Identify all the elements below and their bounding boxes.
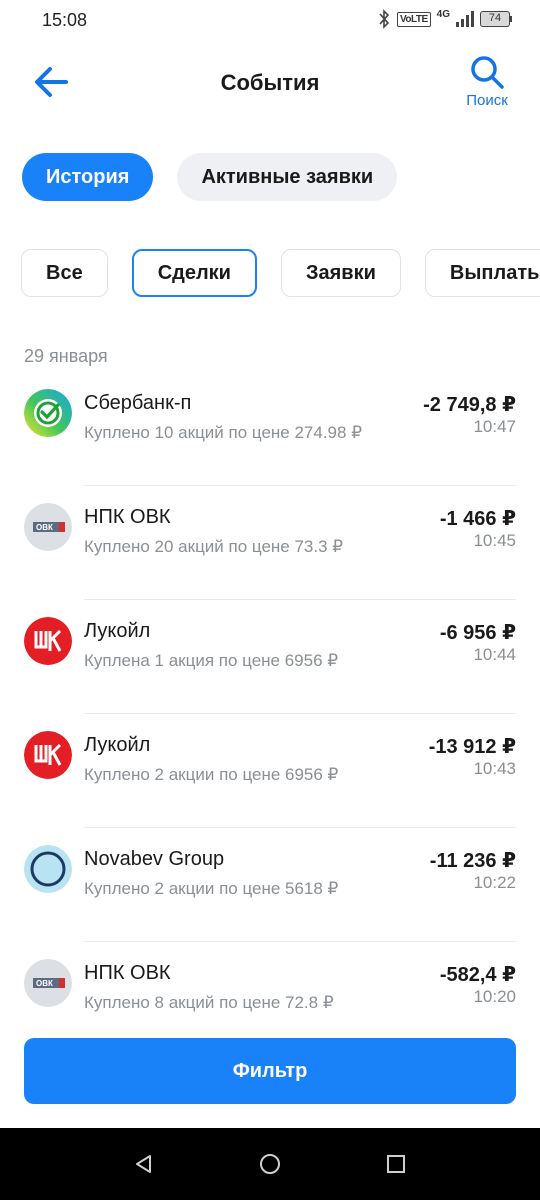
filter-button[interactable]: Фильтр xyxy=(24,1038,516,1104)
transaction-list: Сбербанк-п Куплено 10 акций по цене 274.… xyxy=(0,372,540,1056)
security-name: Сбербанк-п xyxy=(84,392,192,414)
transaction-description: Куплено 2 акции по цене 5618 ₽ xyxy=(84,879,339,898)
transaction-time: 10:43 xyxy=(473,759,516,778)
chip-all[interactable]: Все xyxy=(21,249,108,297)
battery-level: 74 xyxy=(480,11,510,27)
chip-deals[interactable]: Сделки xyxy=(131,249,257,297)
svg-text:ОВК: ОВК xyxy=(36,979,53,988)
transaction-amount: -13 912 ₽ xyxy=(428,736,516,758)
back-button[interactable] xyxy=(30,60,74,104)
transaction-description: Куплено 2 акции по цене 6956 ₽ xyxy=(84,765,339,784)
date-header: 29 января xyxy=(24,346,108,366)
chip-payouts[interactable]: Выплаты xyxy=(424,249,540,297)
chip-orders[interactable]: Заявки xyxy=(280,249,401,297)
transaction-amount: -6 956 ₽ xyxy=(439,622,516,644)
status-bar: 15:08 VoLTE 4G 74 xyxy=(0,0,540,40)
sberbank-logo-icon xyxy=(24,389,72,437)
transaction-row[interactable]: Лукойл Куплена 1 акция по цене 6956 ₽ -6… xyxy=(0,600,540,714)
novabev-logo-icon xyxy=(24,845,72,893)
transaction-time: 10:45 xyxy=(473,531,516,550)
battery-icon: 74 xyxy=(480,11,512,27)
transaction-description: Куплено 20 акций по цене 73.3 ₽ xyxy=(84,537,344,556)
transaction-time: 10:20 xyxy=(473,987,516,1006)
volte-indicator: VoLTE xyxy=(396,11,431,27)
network-type: 4G xyxy=(436,8,450,20)
transaction-time: 10:44 xyxy=(473,645,516,664)
transaction-description: Куплено 10 акций по цене 274.98 ₽ xyxy=(84,423,363,442)
search-icon xyxy=(471,56,504,89)
security-name: Лукойл xyxy=(84,734,151,756)
security-name: НПК ОВК xyxy=(84,506,171,528)
transaction-amount: -11 236 ₽ xyxy=(429,850,516,872)
transaction-amount: -1 466 ₽ xyxy=(439,508,516,530)
transaction-description: Куплена 1 акция по цене 6956 ₽ xyxy=(84,651,339,670)
transaction-row[interactable]: Novabev Group Куплено 2 акции по цене 56… xyxy=(0,828,540,942)
page-title: События xyxy=(220,70,320,95)
header: События Поиск xyxy=(0,50,540,120)
nav-home-icon[interactable] xyxy=(258,1152,282,1176)
nav-recents-icon[interactable] xyxy=(384,1152,408,1176)
transaction-time: 10:22 xyxy=(473,873,516,892)
top-tabs: История Активные заявки xyxy=(22,153,398,201)
ovk-logo-icon: ОВК xyxy=(24,503,72,551)
system-nav-bar xyxy=(0,1128,540,1200)
ovk-logo-icon: ОВК xyxy=(24,959,72,1007)
search-button[interactable]: Поиск xyxy=(462,54,512,120)
security-name: Novabev Group xyxy=(84,848,225,870)
filter-chips: Все Сделки Заявки Выплаты xyxy=(21,249,540,299)
signal-icon xyxy=(456,11,474,27)
security-name: НПК ОВК xyxy=(84,962,171,984)
transaction-amount: -582,4 ₽ xyxy=(439,964,516,986)
transaction-row[interactable]: Сбербанк-п Куплено 10 акций по цене 274.… xyxy=(0,372,540,486)
lukoil-logo-icon xyxy=(24,617,72,665)
transaction-time: 10:47 xyxy=(473,417,516,436)
arrow-left-icon xyxy=(35,67,68,97)
tab-history[interactable]: История xyxy=(22,153,154,201)
transaction-amount: -2 749,8 ₽ xyxy=(423,394,516,416)
status-time: 15:08 xyxy=(42,10,88,30)
transaction-description: Куплено 8 акций по цене 72.8 ₽ xyxy=(84,993,334,1012)
tab-active-orders[interactable]: Активные заявки xyxy=(177,153,398,201)
nav-back-icon[interactable] xyxy=(132,1152,156,1176)
svg-text:ОВК: ОВК xyxy=(36,523,53,532)
search-label: Поиск xyxy=(466,92,508,109)
status-icons: VoLTE 4G 74 xyxy=(377,8,512,30)
lukoil-logo-icon xyxy=(24,731,72,779)
transaction-row[interactable]: Лукойл Куплено 2 акции по цене 6956 ₽ -1… xyxy=(0,714,540,828)
transaction-row[interactable]: ОВК НПК ОВК Куплено 20 акций по цене 73.… xyxy=(0,486,540,600)
security-name: Лукойл xyxy=(84,620,151,642)
bluetooth-icon xyxy=(379,9,390,29)
